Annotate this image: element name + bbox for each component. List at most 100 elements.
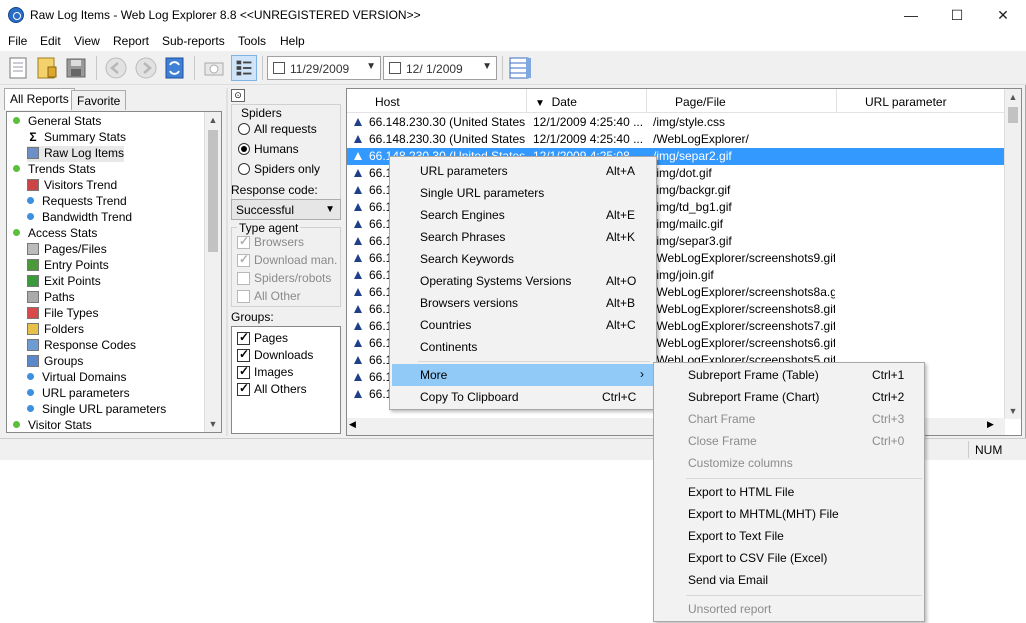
column-header-date[interactable]: ▼ Date [527,89,647,113]
scroll-up-icon[interactable]: ▲ [1005,89,1021,105]
menu-item-label: More [420,368,448,382]
tree-item-requests-trend[interactable]: Requests Trend [27,194,127,210]
menu-item-export-to-html-file[interactable]: Export to HTML File [656,481,922,503]
tree-item-visitor-stats[interactable]: Visitor Stats [13,418,92,432]
response-code-select[interactable]: Successful ▼ [231,199,341,220]
column-header-page[interactable]: Page/File [647,89,837,113]
minimize-button[interactable]: — [888,0,934,31]
menu-item-copy-to-clipboard[interactable]: Copy To Clipboard Ctrl+C [392,386,654,408]
menu-item-browsers-versions[interactable]: Browsers versions Alt+B [392,292,654,314]
close-button[interactable]: ✕ [980,0,1026,31]
tree-item-file-types[interactable]: File Types [27,306,98,322]
menu-item-more[interactable]: More › [392,364,654,386]
tree-item-trends-stats[interactable]: Trends Stats [13,162,96,178]
column-header-host[interactable]: Host [347,89,527,113]
date-to-checkbox[interactable] [389,62,401,74]
tree-item-exit-points[interactable]: Exit Points [27,274,101,290]
radio-all-requests[interactable] [238,123,250,135]
menu-item-export-to-text-file[interactable]: Export to Text File [656,525,922,547]
menu-item-countries[interactable]: Countries Alt+C [392,314,654,336]
back-icon[interactable] [103,55,129,81]
scroll-left-icon[interactable]: ◀ [349,419,356,430]
menu-item-label: URL parameters [420,164,508,178]
menu-item-single-url-parameters[interactable]: Single URL parameters [392,182,654,204]
menu-edit[interactable]: Edit [40,34,61,48]
snapshot-icon[interactable] [201,55,227,81]
tree-item-groups[interactable]: Groups [27,354,83,370]
checkbox-downloads[interactable] [237,347,250,362]
tab-favorite[interactable]: Favorite [71,90,127,110]
refresh-icon[interactable] [162,55,188,81]
menu-help[interactable]: Help [280,34,305,48]
chevron-down-icon[interactable]: ▼ [482,61,492,72]
checkbox-images[interactable] [237,364,250,379]
table-row[interactable]: 66.148.230.30 (United States) 12/1/2009 4… [347,131,1005,148]
tree-item-entry-points[interactable]: Entry Points [27,258,109,274]
menu-report[interactable]: Report [113,34,149,48]
open-icon[interactable] [33,55,59,81]
menu-view[interactable]: View [74,34,100,48]
date-from-checkbox[interactable] [273,62,285,74]
menu-item-url-parameters[interactable]: URL parameters Alt+A [392,160,654,182]
tree-vertical-scrollbar[interactable]: ▲ ▼ [204,112,221,432]
scroll-thumb[interactable] [208,130,218,252]
tree-item-url-parameters[interactable]: URL parameters [27,386,130,402]
menu-item-shortcut: Alt+B [606,296,636,310]
checkbox-spiders-robots[interactable] [237,272,250,285]
menu-item-operating-systems-versions[interactable]: Operating Systems Versions Alt+O [392,270,654,292]
checkbox-all-other[interactable] [237,290,250,303]
table-vertical-scrollbar[interactable]: ▲ ▼ [1004,89,1021,419]
menu-item-export-to-csv-file-excel[interactable]: Export to CSV File (Excel) [656,547,922,569]
tree-item-response-codes[interactable]: Response Codes [27,338,136,354]
response-code-value: Successful [236,203,295,217]
menu-file[interactable]: File [8,34,27,48]
checkbox-browsers[interactable] [237,234,250,249]
tree-item-visitors-trend[interactable]: Visitors Trend [27,178,117,194]
tree-item-pages-files[interactable]: Pages/Files [27,242,107,258]
tree-item-raw-log-items[interactable]: Raw Log Items [27,146,125,162]
table-row[interactable]: 66.148.230.30 (United States) 12/1/2009 4… [347,114,1005,131]
maximize-button[interactable]: ☐ [934,0,980,31]
scroll-right-icon[interactable]: ▶ [987,419,994,430]
checkbox-all-others[interactable] [237,381,250,396]
tab-all-reports[interactable]: All Reports [4,88,75,110]
radio-humans[interactable] [238,143,250,155]
checkbox-pages[interactable] [237,330,250,345]
tree-item-access-stats[interactable]: Access Stats [13,226,97,242]
tree-item-paths[interactable]: Paths [27,290,75,306]
tree-item-folders[interactable]: Folders [27,322,84,338]
menu-tools[interactable]: Tools [238,34,266,48]
scroll-down-icon[interactable]: ▼ [1005,403,1021,419]
menu-item-subreport-frame-chart[interactable]: Subreport Frame (Chart) Ctrl+2 [656,386,922,408]
tree-item-bandwidth-trend[interactable]: Bandwidth Trend [27,210,132,226]
scroll-down-icon[interactable]: ▼ [205,416,221,432]
scroll-thumb[interactable] [1008,107,1018,123]
date-from-picker[interactable]: 11/29/2009 ▼ [267,56,381,80]
forward-icon[interactable] [133,55,159,81]
scroll-up-icon[interactable]: ▲ [205,112,221,128]
pin-icon[interactable]: ⊙ [231,89,245,102]
tree-item-summary-stats[interactable]: Σ Summary Stats [27,130,126,146]
menu-sub-reports[interactable]: Sub-reports [162,34,225,48]
menu-item-search-engines[interactable]: Search Engines Alt+E [392,204,654,226]
column-header-url-parameter[interactable]: URL parameter [837,89,1005,113]
menu-item-search-keywords[interactable]: Search Keywords [392,248,654,270]
columns-icon[interactable] [507,55,533,81]
tree-item-virtual-domains[interactable]: Virtual Domains [27,370,126,386]
cell-date: 12/1/2009 4:25:40 ... [533,132,644,146]
date-to-picker[interactable]: 12/ 1/2009 ▼ [383,56,497,80]
filter-panel-icon[interactable] [231,55,257,81]
checkbox-label-spiders-robots: Spiders/robots [254,271,332,285]
tree-item-general-stats[interactable]: General Stats [13,114,101,130]
menu-item-export-to-mhtml-mht-file[interactable]: Export to MHTML(MHT) File [656,503,922,525]
menu-item-search-phrases[interactable]: Search Phrases Alt+K [392,226,654,248]
checkbox-download-man[interactable] [237,252,250,267]
menu-item-send-via-email[interactable]: Send via Email [656,569,922,591]
menu-item-continents[interactable]: Continents [392,336,654,358]
save-icon[interactable] [63,55,89,81]
new-report-icon[interactable] [5,55,31,81]
chevron-down-icon[interactable]: ▼ [366,61,376,72]
tree-item-single-url-parameters[interactable]: Single URL parameters [27,402,166,418]
radio-spiders-only[interactable] [238,163,250,175]
menu-item-subreport-frame-table[interactable]: Subreport Frame (Table) Ctrl+1 [656,364,922,386]
